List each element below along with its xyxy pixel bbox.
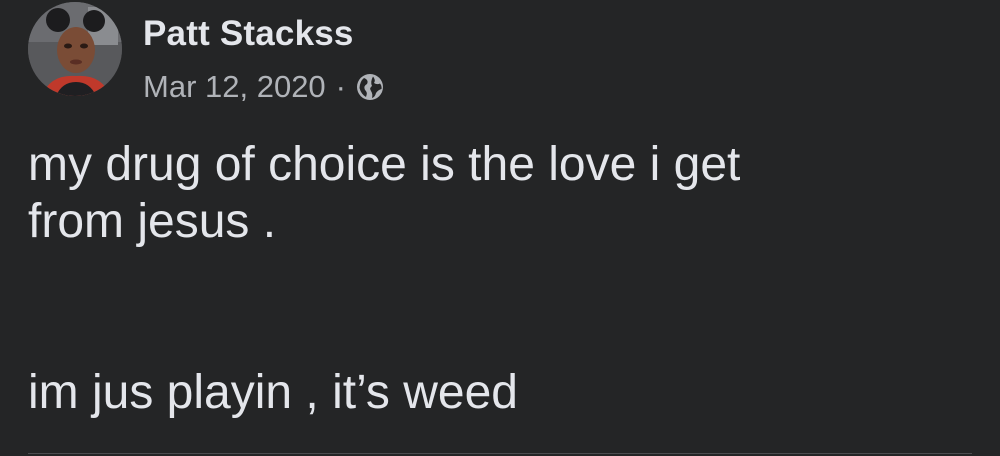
post-meta: Mar 12, 2020 ·	[143, 67, 385, 107]
post-text-line: my drug of choice is the love i get	[28, 138, 741, 191]
author-avatar[interactable]	[28, 2, 122, 96]
globe-icon[interactable]	[355, 72, 385, 102]
author-name[interactable]: Patt Stackss	[143, 14, 354, 54]
facebook-post: Patt Stackss Mar 12, 2020 · my drug of c…	[0, 0, 1000, 456]
post-text-line: im jus playin , it’s weed	[28, 366, 518, 419]
post-timestamp[interactable]: Mar 12, 2020	[143, 69, 326, 105]
divider	[28, 453, 972, 454]
meta-separator: ·	[335, 69, 346, 104]
post-text: my drug of choice is the love i get from…	[28, 136, 978, 421]
avatar-photo-icon	[28, 2, 122, 96]
post-text-line: from jesus .	[28, 195, 277, 248]
